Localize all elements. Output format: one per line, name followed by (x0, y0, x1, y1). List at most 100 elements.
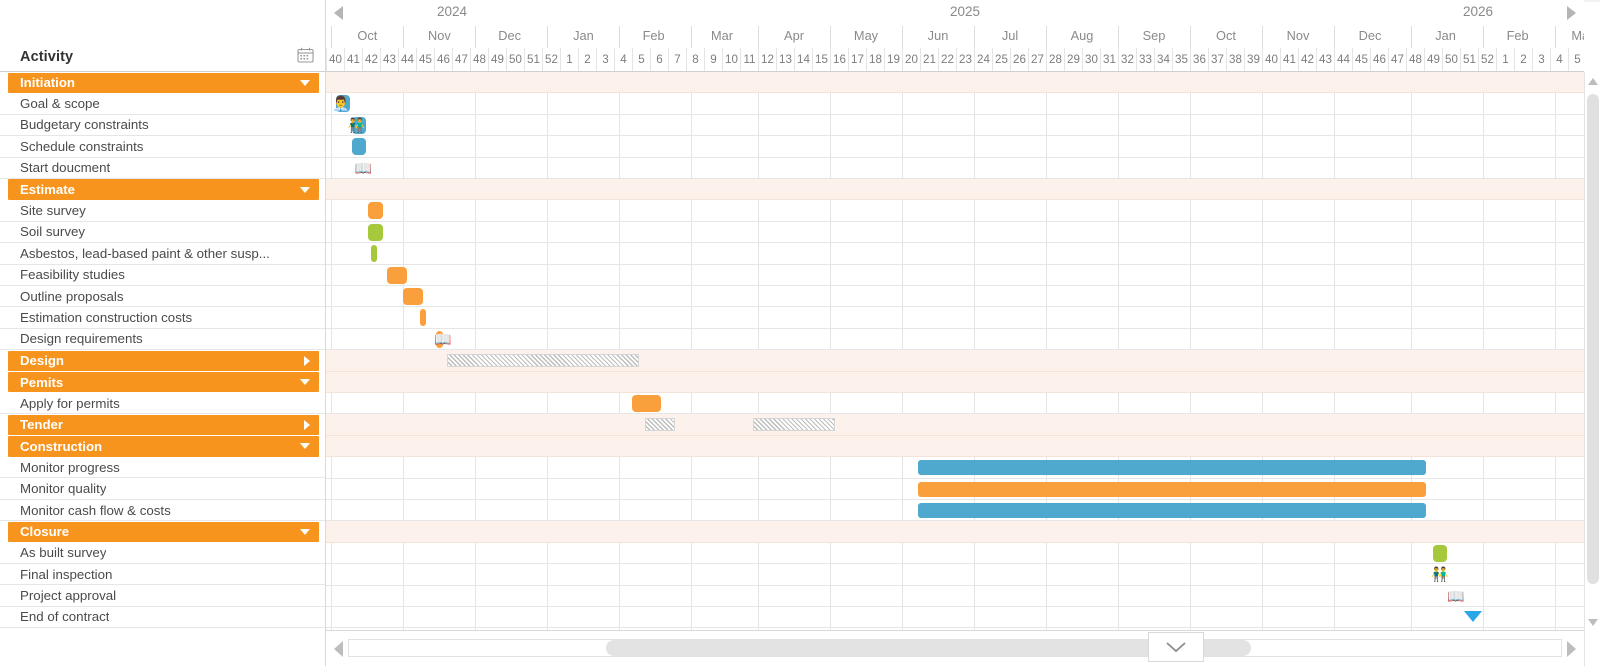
task-row[interactable]: Monitor cash flow & costs (0, 499, 325, 522)
task-bar[interactable] (419, 309, 426, 327)
task-row[interactable]: Soil survey (0, 221, 325, 244)
nav-next-arrow-icon[interactable] (1567, 6, 1576, 20)
week-number-cell: 39 (1244, 48, 1262, 71)
timeline-task-row[interactable] (326, 393, 1584, 415)
group-row-initiation[interactable]: Initiation (0, 72, 325, 93)
timeline-task-row[interactable] (326, 307, 1584, 329)
timeline-group-row[interactable] (326, 521, 1584, 543)
group-row-estimate[interactable]: Estimate (0, 179, 325, 200)
task-row[interactable]: Monitor progress (0, 457, 325, 479)
week-number-cell: 36 (1190, 48, 1208, 71)
group-row-design[interactable]: Design (0, 350, 325, 371)
scroll-down-arrow-icon[interactable] (1588, 619, 1598, 626)
scroll-right-arrow-icon[interactable] (1567, 640, 1576, 657)
task-row[interactable]: Project approval (0, 585, 325, 607)
group-bar[interactable]: Closure (8, 521, 319, 543)
group-bar[interactable]: Construction (8, 436, 319, 457)
task-row[interactable]: Design requirements (0, 328, 325, 351)
task-row[interactable]: Site survey (0, 200, 325, 222)
group-row-pemits[interactable]: Pemits (0, 371, 325, 393)
task-bar[interactable] (352, 138, 367, 156)
chevron-right-icon[interactable] (304, 355, 310, 366)
nav-prev-arrow-icon[interactable] (334, 6, 343, 20)
month-label: Dec (498, 28, 521, 43)
task-bar[interactable] (403, 288, 424, 305)
summary-bar[interactable] (644, 418, 676, 432)
month-tick (1411, 26, 1413, 48)
timeline-task-row[interactable] (326, 265, 1584, 286)
timeline-group-row[interactable] (326, 371, 1584, 393)
group-row-tender[interactable]: Tender (0, 414, 325, 436)
task-row[interactable]: Budgetary constraints (0, 114, 325, 137)
task-row[interactable]: Estimation construction costs (0, 307, 325, 329)
task-row[interactable]: Asbestos, lead-based paint & other susp.… (0, 243, 325, 265)
task-row[interactable]: Monitor quality (0, 478, 325, 500)
timeline-group-row[interactable] (326, 414, 1584, 436)
timeline-task-row[interactable] (326, 243, 1584, 265)
task-bar[interactable] (368, 202, 383, 220)
task-row[interactable]: As built survey (0, 542, 325, 564)
week-number-cell: 33 (1136, 48, 1154, 71)
group-row-construction[interactable]: Construction (0, 436, 325, 457)
chevron-down-icon[interactable] (300, 79, 310, 86)
chevron-down-icon[interactable] (300, 186, 310, 193)
summary-bar[interactable] (446, 354, 640, 368)
vertical-scrollbar[interactable] (1584, 72, 1600, 666)
task-row[interactable]: Final inspection (0, 563, 325, 586)
week-number-cell: 49 (488, 48, 506, 71)
group-bar[interactable]: Estimate (8, 179, 319, 200)
summary-bar[interactable] (752, 418, 836, 432)
timeline-group-row[interactable] (326, 72, 1584, 94)
timeline-task-row[interactable] (326, 136, 1584, 158)
scroll-up-arrow-icon[interactable] (1588, 78, 1598, 85)
month-tick (1555, 26, 1557, 48)
timeline-task-row[interactable] (326, 286, 1584, 308)
timeline-task-row[interactable] (326, 586, 1584, 607)
task-bar[interactable] (632, 395, 661, 412)
timeline-group-row[interactable] (326, 179, 1584, 201)
timeline-task-row[interactable] (326, 564, 1584, 586)
timeline-task-row[interactable] (326, 93, 1584, 115)
task-row[interactable]: Outline proposals (0, 285, 325, 308)
task-row[interactable]: Schedule constraints (0, 136, 325, 158)
scroll-left-arrow-icon[interactable] (334, 640, 343, 657)
timeline-task-row[interactable] (326, 115, 1584, 137)
timeline-task-row[interactable] (326, 200, 1584, 222)
task-row[interactable]: End of contract (0, 606, 325, 629)
group-bar[interactable]: Tender (8, 414, 319, 436)
milestone-marker-icon[interactable] (1463, 611, 1482, 622)
group-bar[interactable]: Pemits (8, 371, 319, 393)
timeline-task-row[interactable] (326, 158, 1584, 179)
task-bar[interactable] (918, 503, 1426, 518)
timeline-group-row[interactable] (326, 435, 1584, 458)
task-bar[interactable] (918, 460, 1426, 476)
chevron-down-icon[interactable] (300, 443, 310, 450)
week-number-cell: 18 (866, 48, 884, 71)
vertical-scroll-thumb[interactable] (1587, 94, 1599, 584)
task-row[interactable]: Apply for permits (0, 392, 325, 415)
task-row[interactable]: Feasibility studies (0, 264, 325, 286)
chevron-down-icon[interactable] (300, 528, 310, 535)
task-label: Asbestos, lead-based paint & other susp.… (20, 245, 270, 261)
group-bar[interactable]: Initiation (8, 72, 319, 93)
timeline-task-row[interactable] (326, 329, 1584, 351)
chevron-down-icon[interactable] (1148, 632, 1204, 662)
timeline-task-row[interactable] (326, 543, 1584, 565)
task-bar[interactable] (1433, 544, 1448, 562)
timeline-task-row[interactable] (326, 222, 1584, 244)
group-row-closure[interactable]: Closure (0, 521, 325, 543)
task-row[interactable]: Goal & scope (0, 93, 325, 115)
group-bar[interactable]: Design (8, 350, 319, 371)
timeline-task-row[interactable] (326, 607, 1584, 629)
month-tick (1262, 26, 1263, 48)
task-bar[interactable] (387, 266, 407, 284)
task-bar[interactable] (371, 245, 378, 263)
chevron-right-icon[interactable] (304, 419, 310, 430)
task-row[interactable]: Start doucment (0, 157, 325, 179)
task-bar[interactable] (918, 481, 1426, 497)
chevron-down-icon[interactable] (300, 379, 310, 386)
task-bar[interactable] (368, 223, 383, 241)
calendar-icon[interactable] (297, 47, 314, 63)
week-number-cell: 48 (1406, 48, 1424, 71)
horizontal-scrollbar[interactable] (326, 630, 1584, 666)
